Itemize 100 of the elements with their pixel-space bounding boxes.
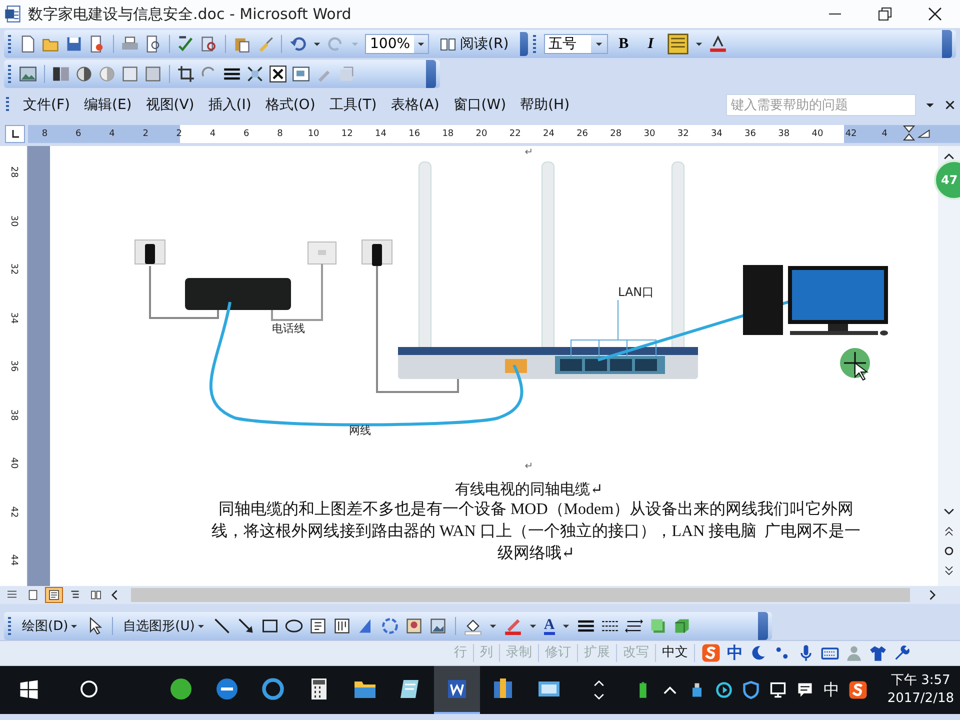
ruler-number: 4 bbox=[880, 128, 888, 141]
clock-time[interactable]: 下午 3:57 bbox=[891, 672, 950, 690]
ime-logo-icon[interactable] bbox=[848, 680, 868, 700]
research-icon[interactable] bbox=[200, 35, 218, 53]
archive-icon[interactable] bbox=[491, 677, 515, 701]
wrench-icon[interactable] bbox=[893, 644, 911, 662]
status-item: 修订 bbox=[539, 644, 578, 662]
globe-icon[interactable] bbox=[261, 677, 285, 701]
font-color-icon[interactable] bbox=[708, 35, 727, 53]
line-color-icon[interactable] bbox=[504, 617, 522, 635]
ruler-number: 32 bbox=[8, 264, 18, 275]
moon-icon[interactable] bbox=[749, 644, 767, 662]
input-mode-indicator[interactable]: 中 bbox=[823, 680, 840, 700]
ruler-number: 24 bbox=[542, 128, 556, 141]
search-icon[interactable] bbox=[79, 679, 99, 699]
close-icon[interactable] bbox=[944, 99, 956, 111]
browser-icon[interactable] bbox=[215, 677, 239, 701]
spelling-icon[interactable] bbox=[177, 35, 195, 53]
crop-icon[interactable] bbox=[177, 65, 195, 83]
clock-date[interactable]: 2017/2/18 bbox=[887, 690, 954, 708]
arrow-icon[interactable] bbox=[236, 617, 255, 635]
font-size-field[interactable]: 五号 bbox=[544, 34, 608, 54]
3d-style-icon[interactable] bbox=[672, 617, 691, 635]
next-page-icon[interactable] bbox=[942, 564, 956, 578]
zoom-field[interactable]: 100% bbox=[365, 34, 429, 54]
document-icon[interactable] bbox=[445, 677, 469, 701]
contrast-up-icon[interactable] bbox=[75, 65, 93, 83]
power-cord bbox=[149, 266, 219, 319]
menu-item[interactable]: 文件(F) bbox=[17, 93, 78, 117]
web-view-icon bbox=[27, 589, 39, 601]
vertical-scrollbar[interactable] bbox=[938, 146, 960, 586]
bold-button[interactable]: B bbox=[612, 33, 635, 55]
shield-icon[interactable] bbox=[742, 681, 760, 699]
undo-icon[interactable] bbox=[289, 35, 307, 53]
menu-item[interactable]: 帮助(H) bbox=[514, 93, 578, 117]
oval-icon[interactable] bbox=[284, 617, 303, 635]
clip-art-icon[interactable] bbox=[404, 617, 423, 635]
text-wrap-icon[interactable] bbox=[269, 65, 287, 83]
media-player-icon[interactable] bbox=[715, 681, 734, 699]
toolbar-end-handle[interactable] bbox=[426, 60, 436, 88]
rectangle-icon[interactable] bbox=[260, 617, 279, 635]
menu-item[interactable]: 表格(A) bbox=[384, 93, 448, 117]
autoshapes-menu[interactable]: 自选图形(U) bbox=[121, 617, 207, 635]
image-icon[interactable] bbox=[19, 65, 37, 83]
ruler-number: 36 bbox=[744, 128, 757, 141]
tab-selector[interactable] bbox=[5, 125, 25, 143]
read-button[interactable]: 阅读(R) bbox=[434, 33, 515, 55]
print-preview-icon[interactable] bbox=[144, 35, 162, 53]
diagram-icon[interactable] bbox=[380, 617, 399, 635]
menu-item[interactable]: 编辑(E) bbox=[78, 93, 140, 117]
message-icon[interactable] bbox=[796, 681, 814, 699]
chat-icon[interactable] bbox=[169, 677, 193, 701]
start-icon[interactable] bbox=[19, 679, 39, 699]
draw-menu[interactable]: 绘图(D) bbox=[20, 617, 80, 635]
network-icon[interactable] bbox=[769, 681, 788, 699]
toolbar-grip[interactable] bbox=[532, 35, 536, 53]
ruler-number: 22 bbox=[508, 128, 522, 141]
toolbar-end-handle[interactable] bbox=[942, 30, 952, 58]
highlight-icon[interactable] bbox=[666, 33, 689, 55]
line-icon[interactable] bbox=[212, 617, 231, 635]
restore-icon[interactable] bbox=[878, 7, 892, 21]
view-button[interactable] bbox=[45, 587, 63, 603]
toolbar-grip[interactable] bbox=[8, 617, 11, 635]
color-icon[interactable] bbox=[52, 65, 70, 83]
menu-item[interactable]: 工具(T) bbox=[323, 93, 385, 117]
ruler-number: 4 bbox=[208, 128, 217, 141]
font-color-button[interactable]: A bbox=[544, 618, 555, 634]
caret-icon bbox=[70, 622, 78, 630]
menu-item[interactable]: 插入(I) bbox=[202, 93, 260, 117]
vertical-text-box-icon[interactable] bbox=[332, 617, 351, 635]
ruler-number: 26 bbox=[576, 128, 590, 141]
arrow-style-icon[interactable] bbox=[624, 617, 643, 635]
fill-color-icon[interactable] bbox=[464, 617, 482, 635]
compress-icon[interactable] bbox=[246, 65, 264, 83]
picture-icon[interactable] bbox=[428, 617, 447, 635]
brightness-down-icon[interactable] bbox=[144, 65, 162, 83]
browse-object-icon[interactable] bbox=[942, 544, 956, 558]
menu-item[interactable]: 格式(O) bbox=[259, 93, 324, 117]
input-mode-button[interactable]: 中 bbox=[727, 642, 743, 664]
toolbar-grip[interactable] bbox=[8, 65, 11, 83]
toolbar-grip[interactable] bbox=[8, 35, 11, 53]
close-icon[interactable] bbox=[928, 7, 942, 21]
horizontal-scrollbar[interactable] bbox=[131, 588, 910, 602]
tab-stop-icon bbox=[10, 129, 20, 139]
brightness-up-icon[interactable] bbox=[121, 65, 139, 83]
help-search-field[interactable]: 键入需要帮助的问题 bbox=[726, 94, 916, 116]
save-icon[interactable] bbox=[65, 35, 83, 53]
toolbar-end-handle[interactable] bbox=[520, 32, 528, 56]
format-picture-icon[interactable] bbox=[292, 65, 310, 83]
shadow-icon[interactable] bbox=[648, 617, 667, 635]
shirt-icon[interactable] bbox=[869, 644, 887, 662]
italic-button[interactable]: I bbox=[640, 33, 662, 55]
new-document-icon[interactable] bbox=[19, 35, 37, 53]
menu-item[interactable]: 视图(V) bbox=[140, 93, 202, 117]
status-item: 改写 bbox=[617, 644, 656, 662]
text-box-icon[interactable] bbox=[308, 617, 327, 635]
toolbar-end-handle[interactable] bbox=[758, 612, 768, 640]
menu-item[interactable]: 窗口(W) bbox=[447, 93, 514, 117]
phone-cable bbox=[271, 264, 323, 321]
book-icon bbox=[440, 36, 456, 52]
